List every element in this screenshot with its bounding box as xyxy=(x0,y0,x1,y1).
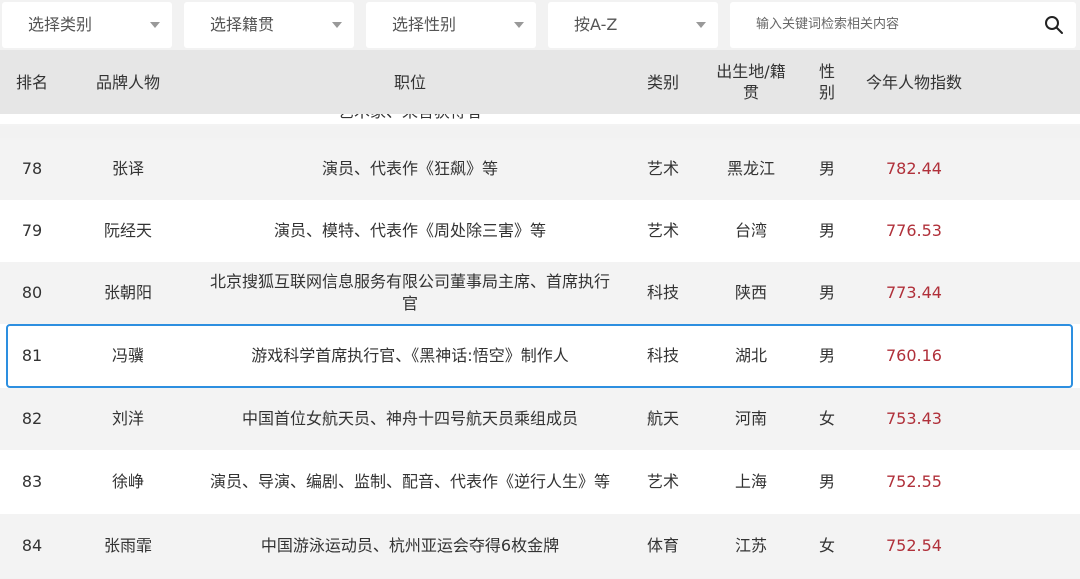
cell-name: 冯骥 xyxy=(111,346,144,365)
cell-index: 752.54 xyxy=(886,536,942,555)
cell-position: 艺术家、来言获得者 xyxy=(200,114,620,124)
cell-gender: 男 xyxy=(818,221,835,240)
cell-gender: 男 xyxy=(818,159,835,178)
cell-category: 科技 xyxy=(646,346,679,365)
cell-index: 776.53 xyxy=(886,221,942,240)
table-row[interactable]: 79 阮经天 演员、模特、代表作《周处除三害》等 艺术 台湾 男 776.53 xyxy=(0,200,1080,262)
chevron-down-icon xyxy=(514,22,524,28)
table-row[interactable]: 83 徐峥 演员、导演、编剧、监制、配音、代表作《逆行人生》等 艺术 上海 男 … xyxy=(0,450,1080,514)
cell-origin: 河南 xyxy=(734,409,767,428)
cell-name: 张朝阳 xyxy=(103,283,152,302)
cell-name: 阮经天 xyxy=(103,221,152,240)
cell-rank: 79 xyxy=(21,221,43,240)
header-gender: 性别 xyxy=(818,62,835,102)
sort-select[interactable]: 按A-Z xyxy=(548,2,718,48)
cell-category: 艺术 xyxy=(646,472,679,491)
cell-category: 体育 xyxy=(646,536,679,555)
cell-name: 张译 xyxy=(111,159,144,178)
header-position: 职位 xyxy=(393,72,426,92)
cell-index: 782.44 xyxy=(886,159,942,178)
chevron-down-icon xyxy=(696,22,706,28)
cell-name: 张雨霏 xyxy=(103,536,152,555)
row-divider xyxy=(0,124,1080,126)
cell-origin: 黑龙江 xyxy=(726,159,775,178)
cell-rank: 83 xyxy=(21,472,43,491)
cell-category: 艺术 xyxy=(646,221,679,240)
table-row[interactable]: 82 刘洋 中国首位女航天员、神舟十四号航天员乘组成员 航天 河南 女 753.… xyxy=(0,388,1080,450)
cell-category: 科技 xyxy=(646,283,679,302)
cell-origin: 江苏 xyxy=(734,536,767,555)
cell-position: 游戏科学首席执行官、《黑神话:悟空》制作人 xyxy=(251,346,569,365)
cell-rank: 81 xyxy=(21,346,43,365)
cell-gender: 男 xyxy=(818,283,835,302)
origin-select-label: 选择籍贯 xyxy=(210,15,275,34)
cell-position: 演员、导演、编剧、监制、配音、代表作《逆行人生》等 xyxy=(209,472,610,491)
header-rank: 排名 xyxy=(15,72,48,92)
table-header: 排名 品牌人物 职位 类别 出生地/籍贯 性别 今年人物指数 xyxy=(0,50,1080,114)
cell-position: 中国首位女航天员、神舟十四号航天员乘组成员 xyxy=(241,409,578,428)
cell-position: 演员、代表作《狂飙》等 xyxy=(321,159,498,178)
chevron-down-icon xyxy=(332,22,342,28)
cell-name: 刘洋 xyxy=(111,409,144,428)
cell-origin: 陕西 xyxy=(734,283,767,302)
table-body: 艺术家、来言获得者 78 张译 演员、代表作《狂飙》等 艺术 黑龙江 男 782… xyxy=(0,114,1080,579)
cell-category: 艺术 xyxy=(646,159,679,178)
origin-select[interactable]: 选择籍贯 xyxy=(184,2,354,48)
header-category: 类别 xyxy=(646,72,679,92)
cell-rank: 80 xyxy=(21,283,43,302)
gender-select[interactable]: 选择性别 xyxy=(366,2,536,48)
cell-gender: 女 xyxy=(818,536,835,555)
cell-gender: 男 xyxy=(818,346,835,365)
cell-gender: 男 xyxy=(818,472,835,491)
table-row[interactable]: 81 冯骥 游戏科学首席执行官、《黑神话:悟空》制作人 科技 湖北 男 760.… xyxy=(0,324,1080,388)
search-box[interactable]: 输入关键词检索相关内容 xyxy=(730,2,1076,48)
cell-gender: 女 xyxy=(818,409,835,428)
cell-position: 中国游泳运动员、杭州亚运会夺得6枚金牌 xyxy=(260,536,560,555)
cell-category: 航天 xyxy=(646,409,679,428)
gender-select-label: 选择性别 xyxy=(392,15,457,34)
search-input[interactable]: 输入关键词检索相关内容 xyxy=(756,2,899,48)
cell-position: 演员、模特、代表作《周处除三害》等 xyxy=(273,221,546,240)
chevron-down-icon xyxy=(150,22,160,28)
table-row[interactable]: 80 张朝阳 北京搜狐互联网信息服务有限公司董事局主席、首席执行官 科技 陕西 … xyxy=(0,262,1080,324)
cell-index: 753.43 xyxy=(886,409,942,428)
sort-select-label: 按A-Z xyxy=(574,15,618,34)
search-icon[interactable] xyxy=(1044,15,1064,35)
cell-rank: 78 xyxy=(21,159,43,178)
table-row-partial: 艺术家、来言获得者 xyxy=(0,114,1080,124)
table-row[interactable]: 84 张雨霏 中国游泳运动员、杭州亚运会夺得6枚金牌 体育 江苏 女 752.5… xyxy=(0,514,1080,578)
filter-bar: 选择类别 选择籍贯 选择性别 按A-Z 输入关键词检索相关内容 xyxy=(0,0,1080,50)
cell-index: 773.44 xyxy=(886,283,942,302)
cell-origin: 湖北 xyxy=(734,346,767,365)
table-row[interactable]: 78 张译 演员、代表作《狂飙》等 艺术 黑龙江 男 782.44 xyxy=(0,138,1080,200)
cell-position: 北京搜狐互联网信息服务有限公司董事局主席、首席执行官 xyxy=(209,272,610,313)
cell-origin: 上海 xyxy=(734,472,767,491)
cell-name: 徐峥 xyxy=(111,472,144,491)
header-index: 今年人物指数 xyxy=(865,72,962,92)
header-origin: 出生地/籍贯 xyxy=(716,62,786,102)
cell-origin: 台湾 xyxy=(734,221,767,240)
header-person: 品牌人物 xyxy=(95,72,160,92)
category-select-label: 选择类别 xyxy=(28,15,93,34)
category-select[interactable]: 选择类别 xyxy=(2,2,172,48)
cell-index: 752.55 xyxy=(886,472,942,491)
cell-rank: 84 xyxy=(21,536,43,555)
cell-index: 760.16 xyxy=(886,346,942,365)
cell-rank: 82 xyxy=(21,409,43,428)
